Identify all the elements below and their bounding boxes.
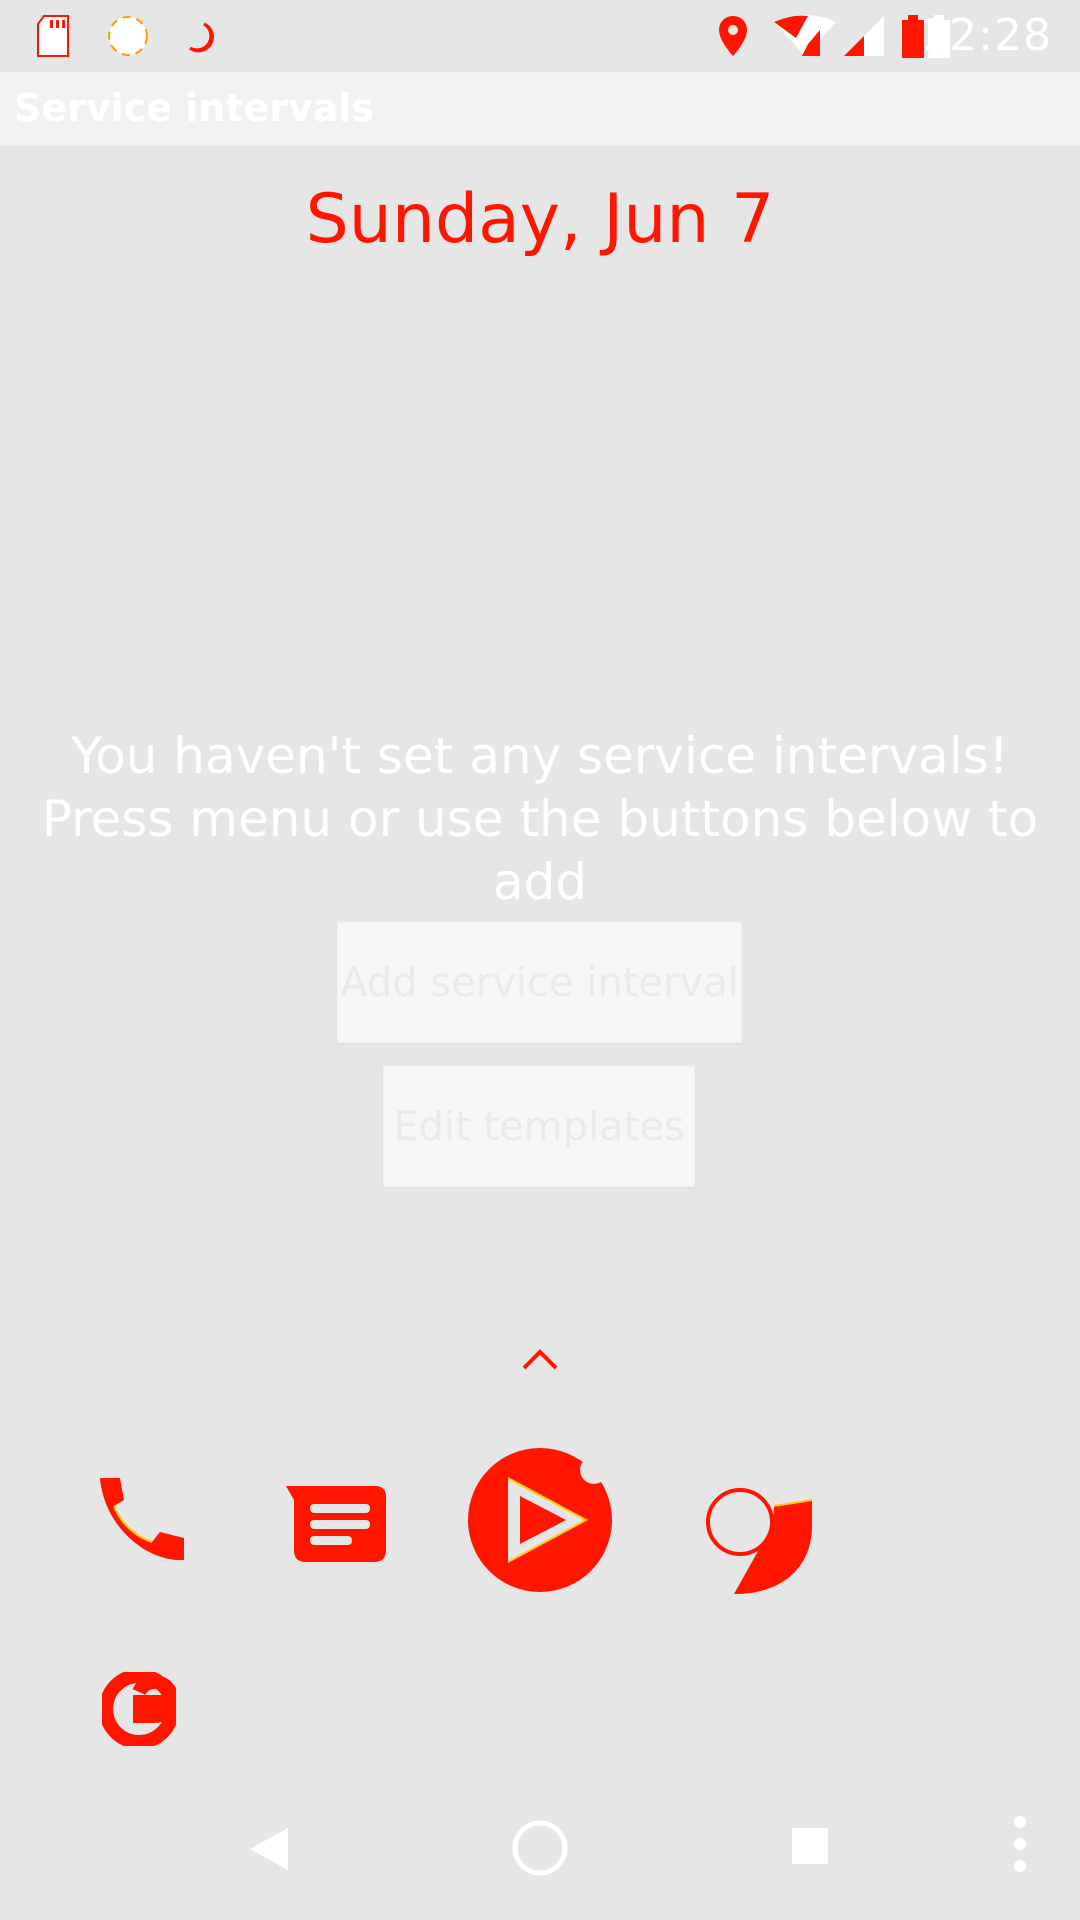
phone-icon[interactable]: [96, 1476, 192, 1572]
overflow-menu-icon[interactable]: [1010, 1814, 1030, 1874]
status-time: 12:28: [920, 10, 1052, 61]
location-pin-icon: [719, 16, 747, 56]
play-store-icon[interactable]: [466, 1446, 614, 1594]
messages-icon[interactable]: [282, 1480, 388, 1572]
status-bar: 12:28: [0, 0, 1080, 72]
recents-icon[interactable]: [790, 1826, 830, 1866]
add-service-interval-button[interactable]: Add service interval: [337, 922, 742, 1043]
date-label: Sunday, Jun 7: [305, 180, 775, 259]
screen: 12:28 Service intervals Sunday, Jun 7 Yo…: [0, 0, 1080, 1920]
navigation-bar: [0, 1790, 1080, 1920]
home-icon[interactable]: [512, 1820, 568, 1876]
moon-icon: [189, 22, 214, 53]
app-bar: Service intervals: [0, 72, 1080, 146]
signal-icon: [844, 16, 884, 56]
sd-card-icon: [37, 15, 69, 57]
back-icon[interactable]: [248, 1826, 290, 1872]
app-drawer-caret-icon[interactable]: [518, 1344, 562, 1374]
empty-message-line-1: You haven't set any service intervals!: [71, 727, 1009, 785]
chrome-icon[interactable]: [704, 1486, 814, 1596]
empty-message-line-2: Press menu or use the buttons below to a…: [41, 790, 1039, 911]
google-icon[interactable]: [102, 1672, 176, 1746]
wifi-icon: [774, 15, 836, 56]
circle-notification-icon: [108, 16, 148, 56]
edit-templates-button[interactable]: Edit templates: [383, 1066, 695, 1187]
app-title: Service intervals: [14, 86, 375, 130]
